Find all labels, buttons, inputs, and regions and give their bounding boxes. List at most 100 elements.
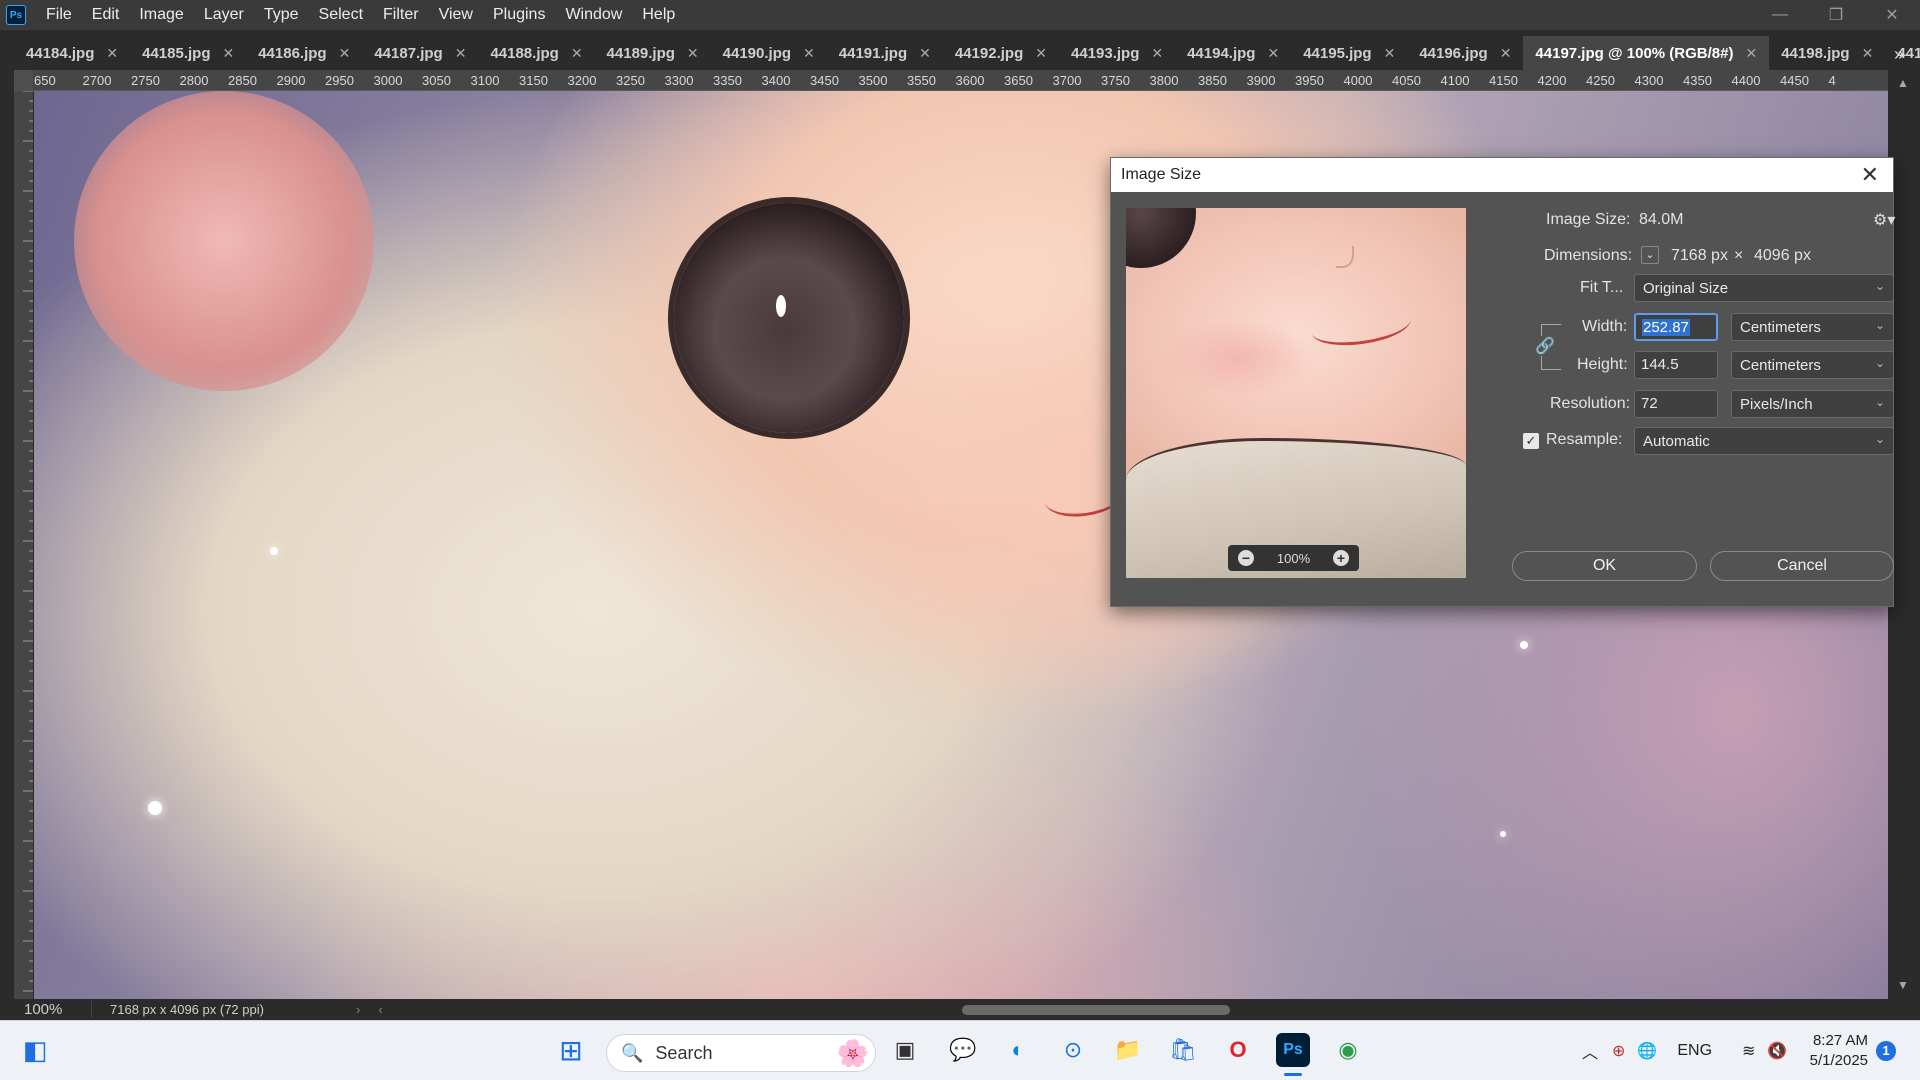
tab-document[interactable]: 44191.jpg ✕ <box>827 36 943 70</box>
resolution-label: Resolution: <box>1550 395 1631 412</box>
tab-document[interactable]: 44192.jpg ✕ <box>943 36 1059 70</box>
volume-muted-icon[interactable]: 🔇 <box>1767 1041 1787 1061</box>
height-unit-dropdown[interactable]: Centimeters ⌄ <box>1731 351 1894 379</box>
tab-document[interactable]: 44193.jpg ✕ <box>1059 36 1175 70</box>
chrome-browser-icon[interactable]: ◉ <box>1331 1033 1365 1067</box>
width-unit-dropdown[interactable]: Centimeters ⌄ <box>1731 313 1894 341</box>
tab-document[interactable]: 44198.jpg ✕ <box>1769 36 1885 70</box>
tab-close-icon[interactable]: ✕ <box>687 45 699 62</box>
dimensions-unit-toggle-icon[interactable]: ⌄ <box>1641 246 1659 264</box>
resample-checkbox[interactable]: ✓ <box>1523 433 1539 449</box>
zoom-in-icon[interactable]: + <box>1333 550 1349 566</box>
tab-label: 44198.jpg <box>1781 44 1850 62</box>
tab-close-icon[interactable]: ✕ <box>339 45 351 62</box>
ruler-tick-label: 3200 <box>567 73 597 88</box>
tab-close-icon[interactable]: ✕ <box>1500 45 1512 62</box>
menu-filter[interactable]: Filter <box>373 0 429 30</box>
tab-document[interactable]: 44187.jpg ✕ <box>362 36 478 70</box>
chevron-down-icon: ⌄ <box>1874 318 1885 332</box>
tab-close-icon[interactable]: ✕ <box>106 45 118 62</box>
fit-to-dropdown[interactable]: Original Size ⌄ <box>1634 274 1894 302</box>
ok-button[interactable]: OK <box>1512 551 1697 581</box>
tab-close-icon[interactable]: ✕ <box>1035 45 1047 62</box>
wifi-icon[interactable]: ≋ <box>1742 1041 1755 1061</box>
cancel-button[interactable]: Cancel <box>1710 551 1894 581</box>
ruler-origin[interactable] <box>14 70 33 91</box>
image-preview[interactable] <box>1126 208 1466 578</box>
menu-file[interactable]: File <box>36 0 82 30</box>
tab-close-icon[interactable]: ✕ <box>1384 45 1396 62</box>
network-globe-icon[interactable]: 🌐 <box>1637 1041 1657 1061</box>
tab-document[interactable]: 44194.jpg ✕ <box>1175 36 1291 70</box>
tab-close-icon[interactable]: ✕ <box>919 45 931 62</box>
horizontal-scrollbar[interactable] <box>320 1005 1880 1015</box>
opera-browser-icon[interactable]: O <box>1221 1033 1255 1067</box>
taskbar-search[interactable]: 🔍 Search 🌸 <box>606 1034 876 1072</box>
ruler-tick-label: 4250 <box>1586 73 1615 88</box>
task-view-icon[interactable]: ▣ <box>888 1033 922 1067</box>
maximize-button[interactable]: ❐ <box>1808 0 1864 30</box>
language-indicator[interactable]: ENG <box>1677 1042 1712 1060</box>
scroll-up-icon[interactable]: ▲ <box>1897 76 1909 90</box>
microsoft-store-icon[interactable]: 🛍 <box>1166 1033 1200 1067</box>
widgets-icon[interactable]: ◧ <box>18 1033 52 1067</box>
menu-select[interactable]: Select <box>309 0 373 30</box>
photoshop-taskbar-icon[interactable]: Ps <box>1276 1033 1310 1067</box>
settings-gear-icon[interactable]: ⚙▾ <box>1873 210 1895 230</box>
menu-window[interactable]: Window <box>555 0 632 30</box>
tab-close-icon[interactable]: ✕ <box>1151 45 1163 62</box>
tab-document[interactable]: 44185.jpg ✕ <box>130 36 246 70</box>
minimize-button[interactable]: — <box>1752 0 1808 30</box>
zoom-out-icon[interactable]: − <box>1238 550 1254 566</box>
tab-document[interactable]: 44186.jpg ✕ <box>246 36 362 70</box>
vpn-icon[interactable]: ⊕ <box>1612 1041 1625 1061</box>
start-windows-icon[interactable]: ⊞ <box>554 1033 588 1067</box>
tab-document[interactable]: 44196.jpg ✕ <box>1407 36 1523 70</box>
tab-close-icon[interactable]: ✕ <box>1745 45 1757 62</box>
menu-image[interactable]: Image <box>129 0 193 30</box>
scroll-down-icon[interactable]: ▼ <box>1897 978 1909 992</box>
tab-close-icon[interactable]: ✕ <box>1862 45 1874 62</box>
horizontal-scroll-thumb[interactable] <box>962 1005 1230 1015</box>
menu-help[interactable]: Help <box>632 0 685 30</box>
tab-document[interactable]: 44190.jpg ✕ <box>711 36 827 70</box>
photoshop-logo-icon[interactable]: Ps <box>6 5 26 25</box>
menu-edit[interactable]: Edit <box>82 0 130 30</box>
tab-document[interactable]: 44189.jpg ✕ <box>595 36 711 70</box>
ruler-tick-label: 4300 <box>1634 73 1664 88</box>
tab-close-icon[interactable]: ✕ <box>803 45 815 62</box>
menu-view[interactable]: View <box>429 0 483 30</box>
tab-label: 44195.jpg <box>1303 44 1372 62</box>
constrain-proportions-link-icon[interactable]: 🔗 <box>1535 336 1555 356</box>
edge-browser-icon[interactable]: ◐ <box>1001 1033 1035 1067</box>
tab-overflow-icon[interactable]: » <box>1894 44 1904 65</box>
tab-document[interactable]: 44188.jpg ✕ <box>478 36 594 70</box>
lens-app-icon[interactable]: ⊙ <box>1056 1033 1090 1067</box>
dialog-close-icon[interactable]: ✕ <box>1861 162 1879 188</box>
resolution-input[interactable]: 72 <box>1634 390 1718 418</box>
file-explorer-icon[interactable]: 📁 <box>1111 1033 1145 1067</box>
ruler-tick-label: 3700 <box>1052 73 1082 88</box>
notification-badge[interactable]: 1 <box>1876 1041 1896 1061</box>
tab-active-document[interactable]: 44197.jpg @ 100% (RGB/8#) ✕ <box>1523 36 1770 70</box>
tab-close-icon[interactable]: ✕ <box>455 45 467 62</box>
resample-dropdown[interactable]: Automatic ⌄ <box>1634 427 1894 455</box>
fit-to-label: Fit T... <box>1580 279 1624 296</box>
menu-plugins[interactable]: Plugins <box>483 0 555 30</box>
teams-chat-icon[interactable]: 💬 <box>946 1033 980 1067</box>
horizontal-ruler: 650 2700 2750 2800 2850 2900 2950 3000 3050 3100 3… <box>14 70 1888 91</box>
tab-close-icon[interactable]: ✕ <box>1267 45 1279 62</box>
close-window-button[interactable]: ✕ <box>1864 0 1920 30</box>
tab-document[interactable]: 44195.jpg ✕ <box>1291 36 1407 70</box>
taskbar-clock[interactable]: 8:27 AM 5/1/2025 <box>1810 1031 1868 1071</box>
tab-document[interactable]: 44184.jpg ✕ <box>14 36 130 70</box>
menu-layer[interactable]: Layer <box>194 0 254 30</box>
tab-close-icon[interactable]: ✕ <box>222 45 234 62</box>
resolution-unit-dropdown[interactable]: Pixels/Inch ⌄ <box>1731 390 1894 418</box>
show-hidden-icons-chevron-icon[interactable]: ︿ <box>1582 1039 1598 1063</box>
zoom-level[interactable]: 100% <box>0 1001 92 1018</box>
width-input[interactable]: 252.87 <box>1634 313 1718 341</box>
height-input[interactable]: 144.5 <box>1634 351 1718 379</box>
menu-type[interactable]: Type <box>254 0 309 30</box>
tab-close-icon[interactable]: ✕ <box>571 45 583 62</box>
